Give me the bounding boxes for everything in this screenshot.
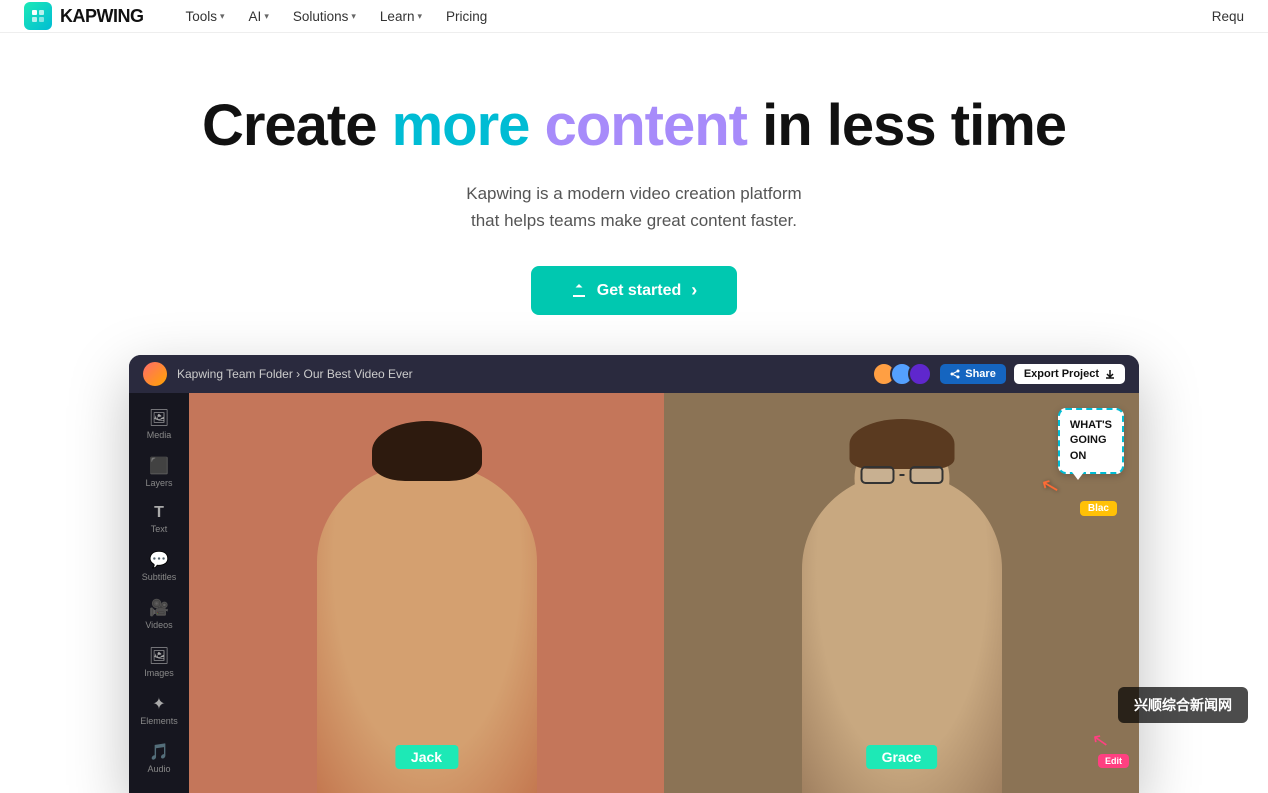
chevron-down-icon: ▾	[220, 11, 225, 22]
export-icon	[1105, 369, 1115, 379]
nav-items: Tools ▾ AI ▾ Solutions ▾ Learn ▾ Pricing	[176, 5, 1212, 28]
logo-text: KAPWING	[60, 6, 144, 27]
share-button[interactable]: Share	[940, 364, 1006, 384]
hero-word-content: content	[545, 93, 747, 158]
cta-arrow: ›	[691, 280, 697, 301]
sidebar-images-label: Images	[144, 668, 174, 678]
audio-icon: 🎵	[149, 742, 169, 762]
user-avatar-3	[908, 362, 932, 386]
cta-label: Get started	[597, 282, 681, 300]
editor-wrapper: Kapwing Team Folder › Our Best Video Eve…	[129, 355, 1139, 793]
person-left-name-tag: Jack	[395, 745, 458, 769]
media-icon: 🖼	[149, 408, 169, 428]
watermark: 兴顺综合新闻网	[1118, 687, 1248, 723]
editor-canvas: Jack	[189, 393, 1139, 793]
sidebar-subtitles-label: Subtitles	[142, 572, 177, 582]
chevron-down-icon: ▾	[264, 11, 269, 22]
sidebar-tool-text[interactable]: T Text	[133, 497, 185, 541]
hero-subtitle-line1: Kapwing is a modern video creation platf…	[466, 184, 801, 203]
sidebar-tool-elements[interactable]: ✦ Elements	[133, 687, 185, 733]
editor-container: Kapwing Team Folder › Our Best Video Eve…	[129, 355, 1139, 793]
editor-wrapper-outer: Kapwing Team Folder › Our Best Video Eve…	[0, 355, 1268, 793]
speech-text: WHAT'SGOINGON	[1070, 419, 1112, 462]
editor-sidebar: 🖼 Media ⬛ Layers T Text 💬 Subtitles	[129, 393, 189, 793]
logo-icon	[24, 2, 52, 30]
sidebar-audio-label: Audio	[147, 764, 170, 774]
nav-item-ai[interactable]: AI ▾	[239, 5, 279, 28]
logo[interactable]: KAPWING	[24, 2, 144, 30]
upload-icon	[571, 283, 587, 299]
speech-bubble: WHAT'SGOINGON	[1058, 408, 1124, 474]
sidebar-tool-audio[interactable]: 🎵 Audio	[133, 735, 185, 781]
folder-path: Kapwing Team Folder › Our Best Video Eve…	[177, 367, 413, 381]
cursor-pointer: ↖	[1038, 471, 1063, 501]
nav-item-learn[interactable]: Learn ▾	[370, 5, 432, 28]
hero-space	[529, 93, 544, 158]
navbar: KAPWING Tools ▾ AI ▾ Solutions ▾ Learn ▾…	[0, 0, 1268, 33]
hero-title-in: in less time	[747, 93, 1066, 158]
sidebar-text-label: Text	[151, 524, 168, 534]
text-icon: T	[154, 504, 164, 522]
export-button[interactable]: Export Project	[1014, 364, 1125, 384]
share-label: Share	[965, 368, 996, 380]
nav-req[interactable]: Requ	[1212, 9, 1244, 24]
sidebar-tool-media[interactable]: 🖼 Media	[133, 401, 185, 447]
person-right-name-tag: Grace	[866, 745, 938, 769]
editor-topbar-left: Kapwing Team Folder › Our Best Video Eve…	[143, 362, 413, 386]
sidebar-tool-layers[interactable]: ⬛ Layers	[133, 449, 185, 495]
videos-icon: 🎥	[149, 598, 169, 618]
video-left: Jack	[189, 393, 664, 793]
export-label: Export Project	[1024, 368, 1099, 380]
nav-item-tools[interactable]: Tools ▾	[176, 5, 235, 28]
chevron-down-icon: ▾	[417, 11, 422, 22]
nav-right: Requ	[1212, 9, 1244, 24]
chevron-down-icon: ▾	[351, 11, 356, 22]
sidebar-media-label: Media	[147, 430, 172, 440]
hero-section: Create more content in less time Kapwing…	[0, 33, 1268, 355]
images-icon: 🖼	[149, 646, 169, 666]
user-avatars	[872, 362, 932, 386]
video-area: Jack	[189, 393, 1139, 793]
edit-label: Edit	[1098, 754, 1129, 768]
folder-avatar	[143, 362, 167, 386]
sidebar-tool-transitions[interactable]: ⇄ Transitions	[133, 783, 185, 793]
editor-body: 🖼 Media ⬛ Layers T Text 💬 Subtitles	[129, 393, 1139, 793]
video-right: Grace WHAT'SGOINGON ↖ Blac ↖	[664, 393, 1139, 793]
nav-item-solutions[interactable]: Solutions ▾	[283, 5, 366, 28]
editor-topbar: Kapwing Team Folder › Our Best Video Eve…	[129, 355, 1139, 393]
sidebar-tool-videos[interactable]: 🎥 Videos	[133, 591, 185, 637]
layers-icon: ⬛	[149, 456, 169, 476]
hero-title: Create more content in less time	[20, 93, 1248, 160]
elements-icon: ✦	[152, 694, 165, 714]
sidebar-tool-subtitles[interactable]: 💬 Subtitles	[133, 543, 185, 589]
subtitles-icon: 💬	[149, 550, 169, 570]
sidebar-elements-label: Elements	[140, 716, 178, 726]
editor-topbar-right: Share Export Project	[872, 362, 1125, 386]
share-icon	[950, 369, 960, 379]
hero-subtitle: Kapwing is a modern video creation platf…	[20, 180, 1248, 234]
sidebar-videos-label: Videos	[145, 620, 172, 630]
get-started-button[interactable]: Get started ›	[531, 266, 737, 315]
sidebar-layers-label: Layers	[145, 478, 172, 488]
cursor-pink: ↖	[1090, 727, 1111, 755]
blac-label: Blac	[1080, 501, 1117, 516]
hero-subtitle-line2: that helps teams make great content fast…	[471, 211, 797, 230]
sidebar-tool-images[interactable]: 🖼 Images	[133, 639, 185, 685]
nav-item-pricing[interactable]: Pricing	[436, 5, 497, 28]
hero-word-more: more	[392, 93, 530, 158]
hero-title-create: Create	[202, 93, 392, 158]
